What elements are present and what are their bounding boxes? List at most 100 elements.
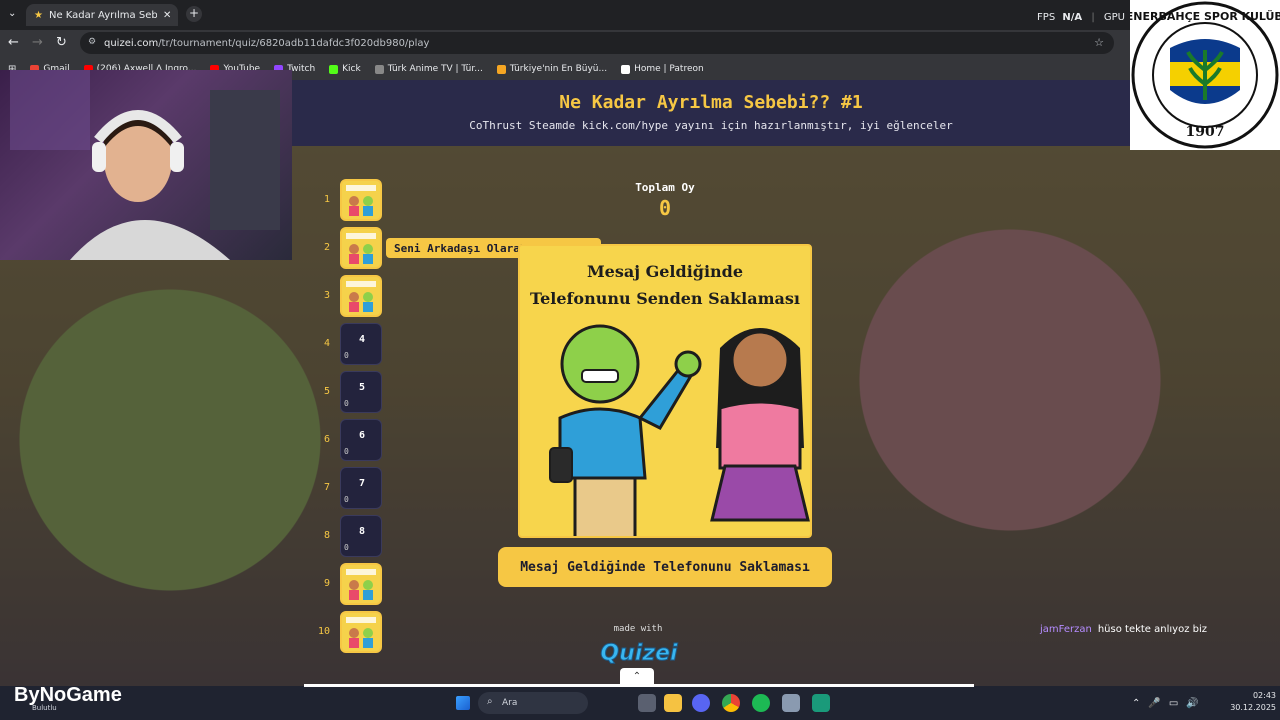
settings-icon[interactable] [782, 694, 800, 712]
slot-empty-number: 5 [358, 382, 366, 393]
tan-pants-shape [573, 476, 637, 536]
chat-text: hüso tekte anlıyoz biz [1097, 624, 1208, 635]
address-bar[interactable]: ⚙ quizei.com/tr/tournament/quiz/6820adb1… [80, 32, 1114, 54]
slot-vote-count: 0 [344, 543, 349, 552]
slot-number: 10 [317, 626, 330, 637]
clock-date: 30.12.2025 [1230, 703, 1276, 712]
discord-icon[interactable] [692, 694, 710, 712]
slot-vote-count: 0 [344, 399, 349, 408]
bookmark-patreon[interactable]: Home | Patreon [621, 64, 704, 74]
purple-skirt-shape [710, 464, 810, 522]
bracket-slot[interactable]: 50 [340, 371, 382, 413]
taskview-icon[interactable] [638, 694, 656, 712]
slot-vote-count: 0 [344, 351, 349, 360]
reload-icon[interactable]: ↻ [56, 35, 67, 50]
site-info-icon[interactable]: ⚙ [88, 37, 96, 47]
tray-icons[interactable]: ⌃🎤▭🔊 [1132, 698, 1207, 709]
svg-text:Quizei: Quizei [600, 641, 678, 666]
slot-number: 9 [323, 578, 330, 589]
bracket-slot[interactable]: 80 [340, 515, 382, 557]
quiz-header: Ne Kadar Ayrılma Sebebi?? #1 CoThrust St… [292, 80, 1130, 146]
app-icon[interactable] [812, 694, 830, 712]
fps-value: N/A [1062, 12, 1083, 23]
slot-empty-number: 6 [358, 430, 366, 441]
bracket-slot[interactable] [340, 227, 382, 269]
back-icon[interactable]: ← [8, 35, 19, 50]
new-tab-button[interactable]: + [186, 6, 202, 22]
taskbar-clock[interactable]: 02:43 30.12.2025 [1206, 690, 1276, 714]
bynogame-logo: ByNoGame [14, 684, 122, 706]
slot-thumbnail [346, 617, 376, 648]
slot-number: 7 [323, 482, 330, 493]
slot-number: 2 [323, 242, 330, 253]
made-with-label: made with [613, 624, 663, 634]
webcam-overlay [0, 70, 292, 260]
slot-empty-number: 7 [358, 478, 366, 489]
slot-thumbnail [346, 185, 376, 216]
crest-icon: FENERBAHÇE SPOR KULÜBÜ 1907 [1118, 1, 1280, 149]
taskbar-search[interactable]: ⌕ Ara [478, 692, 588, 714]
close-tab-icon[interactable]: ✕ [163, 10, 171, 21]
bookmark-star-icon[interactable]: ☆ [1094, 36, 1104, 49]
url-path: /tr/tournament/quiz/6820adb11dafdc3f020d… [158, 37, 430, 49]
windows-start-icon[interactable] [456, 696, 470, 710]
search-icon: ⌕ [487, 696, 493, 707]
bracket-slot[interactable] [340, 611, 382, 653]
streamer-silhouette [10, 70, 280, 260]
slot-empty-number: 8 [358, 526, 366, 537]
tab-list-chevron-icon[interactable]: ⌄ [8, 8, 16, 19]
search-placeholder: Ara [502, 698, 518, 708]
bracket-slot[interactable] [340, 275, 382, 317]
wave-hand-shape [674, 350, 702, 378]
card-title: Mesaj Geldiğinde Telefonunu Senden Sakla… [520, 258, 810, 312]
bookmark-label: Türkiye'nin En Büyü... [509, 64, 608, 74]
slot-thumbnail [346, 233, 376, 264]
slot-vote-count: 0 [344, 495, 349, 504]
bookmark-label: Türk Anime TV | Tür... [387, 64, 483, 74]
quizei-logo-mark: Quizei [600, 641, 679, 667]
slot-empty-number: 4 [358, 334, 366, 345]
chat-username: jamFerzan [1040, 624, 1092, 635]
clock-time: 02:43 [1252, 691, 1276, 700]
tab-favicon-icon: ★ [34, 9, 43, 21]
browser-tab[interactable]: ★ Ne Kadar Ayrılma Sebebi?? #1 ✕ [26, 4, 178, 26]
slot-vote-count: 0 [344, 447, 349, 456]
slot-number: 4 [323, 338, 330, 349]
file-explorer-icon[interactable] [664, 694, 682, 712]
slot-number: 1 [323, 194, 330, 205]
bracket-slot[interactable]: 60 [340, 419, 382, 461]
green-head-shape [560, 324, 640, 404]
bracket-slot[interactable]: 40 [340, 323, 382, 365]
bracket-slot[interactable] [340, 563, 382, 605]
forward-icon[interactable]: → [32, 35, 43, 50]
chrome-icon[interactable] [722, 694, 740, 712]
weather-label: Bulutlu [32, 704, 57, 712]
globe-icon [374, 64, 384, 74]
patreon-icon [621, 64, 631, 74]
gpu-label: GPU [1103, 12, 1125, 23]
bookmark-turk-anime[interactable]: Türk Anime TV | Tür... [374, 64, 483, 74]
bracket-slot[interactable]: 70 [340, 467, 382, 509]
total-votes-value: 0 [658, 196, 672, 220]
chat-message: jamFerzan hüso tekte anlıyoz biz [1040, 624, 1207, 635]
fps-overlay: FPS N/A | GPU [1037, 12, 1125, 23]
card-illustration [549, 324, 810, 536]
girl-face-shape [730, 330, 790, 390]
total-votes-label: Toplam Oy [635, 181, 695, 194]
bookmark-kick[interactable]: Kick [329, 64, 361, 74]
tab-bar: ⌄ ★ Ne Kadar Ayrılma Sebebi?? #1 ✕ + FPS… [0, 0, 1280, 30]
choice-card[interactable]: Mesaj Geldiğinde Telefonunu Senden Sakla… [518, 244, 812, 538]
green-waving-hand-shape [637, 366, 695, 430]
tab-title: Ne Kadar Ayrılma Sebebi?? #1 [48, 9, 157, 21]
slot-thumbnail [346, 281, 376, 312]
bookmark-turkiye[interactable]: Türkiye'nin En Büyü... [496, 64, 608, 74]
fenerbahce-crest: FENERBAHÇE SPOR KULÜBÜ 1907 [1118, 0, 1280, 150]
bracket-slot[interactable] [340, 179, 382, 221]
slot-number: 5 [323, 386, 330, 397]
slot-number: 6 [323, 434, 330, 445]
spotify-icon[interactable] [752, 694, 770, 712]
bookmark-label: Kick [342, 64, 361, 74]
answer-button[interactable]: Mesaj Geldiğinde Telefonunu Saklaması [498, 547, 832, 587]
quizei-logo[interactable]: Quizei [596, 636, 682, 672]
chevron-up-icon[interactable]: ⌃ [620, 668, 654, 686]
